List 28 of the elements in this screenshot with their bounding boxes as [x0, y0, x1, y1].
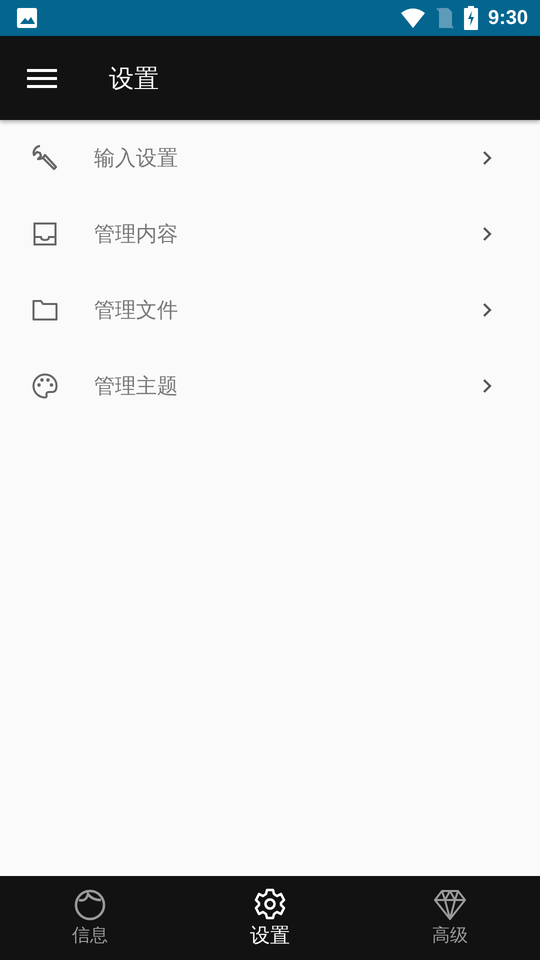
settings-item[interactable]: 管理内容 [0, 196, 540, 272]
settings-icon [254, 888, 286, 920]
wrench-icon [30, 144, 60, 172]
battery-charging-icon [464, 6, 478, 30]
nav-tab[interactable]: 设置 [180, 876, 360, 960]
clock-time: 9:30 [488, 6, 528, 30]
chevron-right-icon [482, 302, 492, 318]
nav-tab[interactable]: 高级 [360, 876, 540, 960]
palette-icon [30, 373, 60, 399]
wifi-icon [400, 8, 426, 28]
item-label: 管理主题 [94, 373, 179, 400]
settings-item[interactable]: 管理文件 [0, 272, 540, 348]
image-icon [16, 7, 38, 29]
item-label: 输入设置 [94, 145, 179, 172]
chevron-right-icon [482, 226, 492, 242]
diamond-icon [433, 889, 467, 921]
menu-icon [27, 67, 57, 89]
settings-item[interactable]: 管理主题 [0, 348, 540, 424]
toolbar-title: 设置 [109, 62, 159, 94]
settings-item[interactable]: 输入设置 [0, 120, 540, 196]
nav-tab[interactable]: 信息 [0, 876, 180, 960]
chevron-right-icon [482, 150, 492, 166]
item-label: 管理内容 [94, 221, 179, 248]
head-icon [74, 889, 106, 921]
item-label: 管理文件 [94, 297, 179, 324]
folder-icon [30, 299, 60, 321]
chevron-right-icon [482, 378, 492, 394]
no-sim-icon [436, 7, 454, 29]
